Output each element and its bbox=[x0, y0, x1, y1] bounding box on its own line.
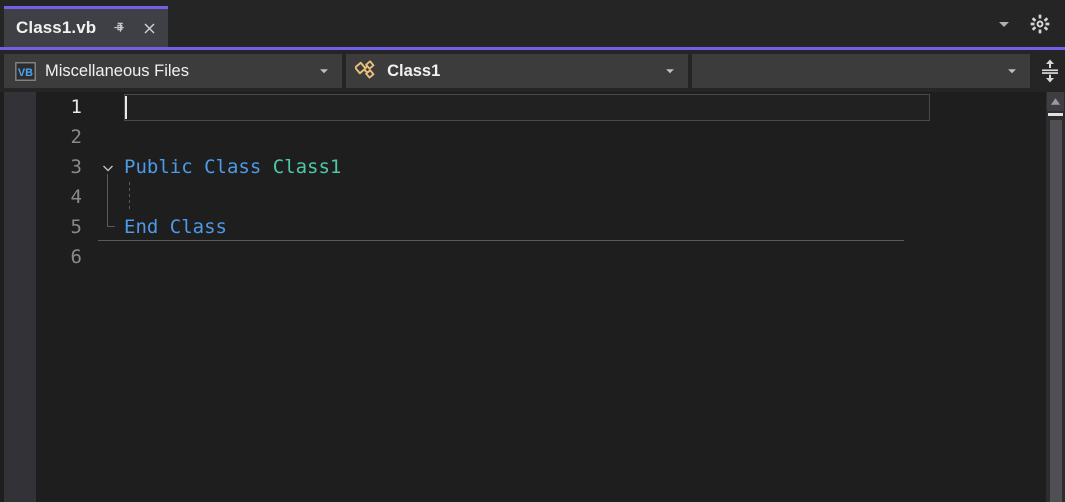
code-line-text[interactable] bbox=[124, 242, 1065, 272]
tab-strip-actions bbox=[991, 0, 1065, 47]
code-token-keyword: Imports bbox=[124, 96, 204, 118]
code-line-text[interactable]: Public Class Class1 bbox=[124, 152, 1065, 182]
pin-icon[interactable] bbox=[110, 19, 128, 37]
glyph-margin-cell[interactable] bbox=[98, 122, 124, 152]
gear-icon[interactable] bbox=[1027, 11, 1053, 37]
code-line-text[interactable] bbox=[124, 122, 1065, 152]
document-tab-label: Class1.vb bbox=[16, 18, 96, 38]
glyph-margin-cell[interactable] bbox=[98, 212, 124, 242]
document-tab-class1-vb[interactable]: Class1.vb bbox=[4, 6, 168, 47]
chevron-collapse-icon[interactable] bbox=[100, 160, 116, 176]
chevron-down-icon[interactable] bbox=[311, 64, 337, 78]
code-editor[interactable]: 1 Imports Microsoft.VisualBasic 2 3 bbox=[0, 92, 1065, 502]
vb-file-icon: VB bbox=[13, 60, 37, 82]
code-line[interactable]: 1 Imports Microsoft.VisualBasic bbox=[36, 92, 1065, 122]
type-dropdown[interactable]: Class1 bbox=[346, 54, 688, 88]
code-text-area[interactable]: 1 Imports Microsoft.VisualBasic 2 3 bbox=[36, 92, 1065, 502]
visual-studio-editor-window: Class1.vb bbox=[0, 0, 1065, 502]
code-line[interactable]: 4 bbox=[36, 182, 1065, 212]
project-dropdown[interactable]: VB Miscellaneous Files bbox=[4, 54, 342, 88]
code-token-keyword: End Class bbox=[124, 216, 227, 238]
vertical-scrollbar[interactable] bbox=[1046, 92, 1065, 502]
code-line-text[interactable]: End Class bbox=[124, 212, 1065, 242]
code-line[interactable]: 2 bbox=[36, 122, 1065, 152]
scroll-up-arrow-icon[interactable] bbox=[1047, 92, 1064, 111]
code-line[interactable]: 3 Public Class Class1 bbox=[36, 152, 1065, 182]
text-caret bbox=[125, 96, 127, 119]
code-line[interactable]: 6 bbox=[36, 242, 1065, 272]
line-number: 2 bbox=[36, 126, 98, 148]
chevron-down-icon[interactable] bbox=[999, 64, 1025, 78]
code-line-text[interactable] bbox=[124, 182, 1065, 212]
scrollbar-change-marker bbox=[1048, 113, 1063, 116]
project-dropdown-label: Miscellaneous Files bbox=[45, 62, 311, 81]
chevron-down-icon[interactable] bbox=[991, 11, 1017, 37]
class-icon bbox=[355, 60, 379, 82]
code-line[interactable]: 5 End Class bbox=[36, 212, 1065, 242]
code-navigation-bar: VB Miscellaneous Files bbox=[0, 50, 1065, 92]
glyph-margin-cell[interactable] bbox=[98, 152, 124, 182]
type-dropdown-label: Class1 bbox=[387, 62, 657, 81]
collapsible-region-separator bbox=[98, 240, 904, 241]
code-token-keyword: Public Class bbox=[124, 156, 273, 178]
code-line-text[interactable]: Imports Microsoft.VisualBasic bbox=[124, 92, 1065, 122]
indent-guide bbox=[129, 182, 130, 212]
code-token-type: Class1 bbox=[273, 156, 342, 178]
code-token-text: Microsoft.VisualBasic bbox=[204, 96, 456, 118]
chevron-down-icon[interactable] bbox=[657, 64, 683, 78]
member-dropdown[interactable] bbox=[692, 54, 1030, 88]
line-number: 1 bbox=[36, 96, 98, 118]
line-number: 6 bbox=[36, 246, 98, 268]
close-icon[interactable] bbox=[140, 19, 158, 37]
line-number: 5 bbox=[36, 216, 98, 238]
split-window-icon[interactable] bbox=[1035, 54, 1065, 88]
document-tab-strip: Class1.vb bbox=[0, 0, 1065, 47]
line-number: 4 bbox=[36, 186, 98, 208]
svg-text:VB: VB bbox=[17, 66, 32, 78]
indicator-margin[interactable] bbox=[4, 92, 36, 502]
glyph-margin-cell[interactable] bbox=[98, 242, 124, 272]
line-number: 3 bbox=[36, 156, 98, 178]
glyph-margin-cell[interactable] bbox=[98, 182, 124, 212]
scrollbar-thumb[interactable] bbox=[1050, 120, 1062, 502]
glyph-margin-cell[interactable] bbox=[98, 92, 124, 122]
